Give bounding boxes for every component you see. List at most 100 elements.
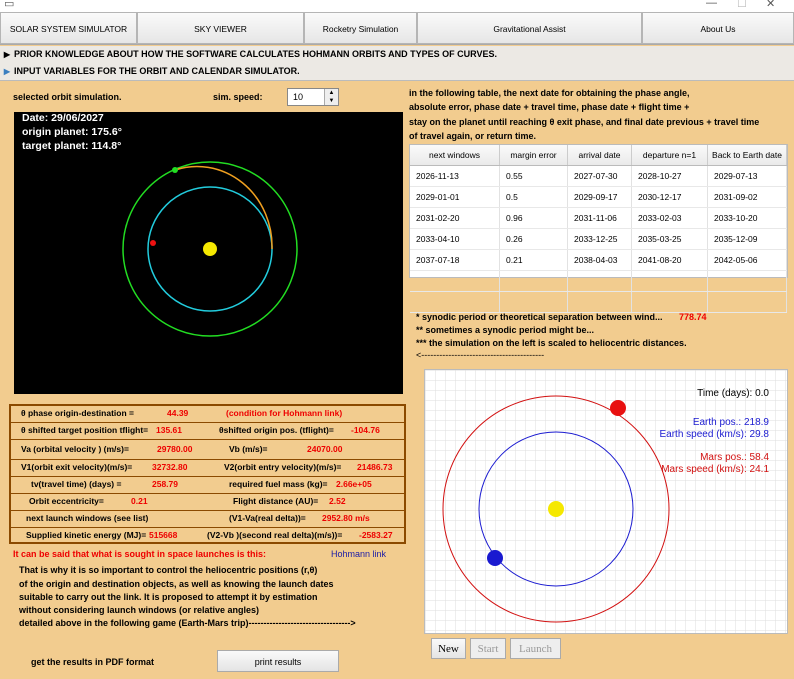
table-cell: 2029-07-13 <box>707 165 787 187</box>
eccentricity-row: Orbit eccentricity= 0.21 Flight distance… <box>11 494 404 511</box>
column-header[interactable]: departure n=1 <box>631 145 708 166</box>
mars-pos-readout: Mars pos.: 58.4 <box>700 452 769 463</box>
table-cell: 2038-04-03 <box>567 249 632 271</box>
sim-speed-label: sim. speed: <box>213 92 263 102</box>
table-intro-line-2: absolute error, phase date + travel time… <box>409 102 690 112</box>
delta2-value: -2583.27 <box>359 530 393 540</box>
hohmann-link[interactable]: Hohmann link <box>331 549 386 559</box>
table-cell: 2029-09-17 <box>567 186 632 208</box>
body-line-1: That is why it is so important to contro… <box>19 565 318 575</box>
orbit-canvas: Date: 29/06/2027 origin planet: 175.6° t… <box>14 112 403 394</box>
vb-label: Vb (m/s)= <box>229 444 268 454</box>
transfer-orbit <box>174 165 273 250</box>
table-cell: 2028-10-27 <box>631 165 708 187</box>
body-line-3: suitable to carry out the link. It is pr… <box>19 592 318 602</box>
tab-rocketry-simulation[interactable]: Rocketry Simulation <box>304 12 417 44</box>
tab-gravitational-assist[interactable]: Gravitational Assist <box>417 12 642 44</box>
table-cell: 2027-07-30 <box>567 165 632 187</box>
pdf-label: get the results in PDF format <box>31 657 155 667</box>
sim-speed-spinner[interactable]: 10 ▲ ▼ <box>287 88 339 106</box>
delta1-label: (V1-Va(real delta))= <box>229 513 306 523</box>
table-cell: 2041-08-20 <box>631 249 708 271</box>
mars-planet <box>610 400 626 416</box>
spinner-arrows-icon[interactable]: ▲ ▼ <box>324 89 338 105</box>
hohmann-results-box: θ phase origin-destination = 44.39 (cond… <box>9 404 406 544</box>
window-title-bar: ▭ — ☐ ✕ <box>0 0 794 12</box>
phase-value: 44.39 <box>167 408 189 418</box>
table-intro-line-3: stay on the planet until reaching θ exit… <box>409 117 760 127</box>
section-title: PRIOR KNOWLEDGE ABOUT HOW THE SOFTWARE C… <box>14 49 498 59</box>
chevron-right-icon: ▶ <box>3 67 11 76</box>
v2-value: 21486.73 <box>357 462 393 472</box>
minimize-icon[interactable]: — <box>706 0 717 9</box>
column-header[interactable]: next windows <box>410 145 500 166</box>
maximize-icon[interactable]: ☐ <box>737 0 747 10</box>
phase-label: θ phase origin-destination = <box>21 408 134 418</box>
table-cell: 2033-04-10 <box>410 228 500 250</box>
close-icon[interactable]: ✕ <box>766 0 775 10</box>
print-results-button[interactable]: print results <box>217 650 339 672</box>
table-cell <box>499 291 568 313</box>
table-row[interactable]: 2031-02-20 0.96 2031-11-06 2033-02-03 2033-1… <box>410 207 787 229</box>
table-cell: 2031-02-20 <box>410 207 500 229</box>
selected-orbit-label: selected orbit simulation. <box>13 92 122 102</box>
new-button[interactable]: New <box>431 638 466 659</box>
body-line-2: of the origin and destination objects, a… <box>19 579 334 589</box>
table-cell: 0.21 <box>499 249 568 271</box>
table-cell <box>631 291 708 313</box>
ke-label: Supplied kinetic energy (MJ)= <box>26 530 147 540</box>
ke-value: 515668 <box>149 530 178 540</box>
v1-value: 32732.80 <box>152 462 188 472</box>
time-readout: Time (days): 0.0 <box>697 388 769 399</box>
body-line-5: detailed above in the following game (Ea… <box>19 618 356 628</box>
table-cell <box>707 270 787 292</box>
shifted-origin-value: -104.76 <box>351 425 380 435</box>
launch-windows-table[interactable]: next windows margin error arrival date d… <box>409 144 788 313</box>
table-row[interactable] <box>410 270 787 292</box>
travel-row: tv(travel time) (days) = 258.79 required… <box>11 477 404 494</box>
delta2-label: (V2-Vb )(second real delta)(m/s))= <box>207 530 343 540</box>
table-cell: 2031-09-02 <box>707 186 787 208</box>
shifted-target-label: θ shifted target position tflight= <box>21 425 149 435</box>
table-cell <box>707 291 787 313</box>
table-cell: 2033-12-25 <box>567 228 632 250</box>
column-header[interactable]: arrival date <box>567 145 632 166</box>
earth-speed-readout: Earth speed (km/s): 29.8 <box>659 429 770 440</box>
fuel-value: 2.66e+05 <box>336 479 372 489</box>
distance-label: Flight distance (AU)= <box>233 496 319 506</box>
table-cell: 0.26 <box>499 228 568 250</box>
column-header[interactable]: Back to Earth date <box>707 145 787 166</box>
tab-sky-viewer[interactable]: SKY VIEWER <box>137 12 304 44</box>
table-row[interactable]: 2033-04-10 0.26 2033-12-25 2035-03-25 2035-1… <box>410 228 787 250</box>
tab-about-us[interactable]: About Us <box>642 12 794 44</box>
start-button[interactable]: Start <box>470 638 506 659</box>
phase-row: θ phase origin-destination = 44.39 (cond… <box>11 406 404 423</box>
table-intro-line-4: of travel again, or return time. <box>409 131 537 141</box>
target-planet-marker <box>172 167 178 173</box>
tv-label: tv(travel time) (days) = <box>31 479 122 489</box>
va-label: Va (orbital velocity ) (m/s)= <box>21 444 129 454</box>
launch-button[interactable]: Launch <box>510 638 561 659</box>
ecc-value: 0.21 <box>131 496 148 506</box>
ecc-label: Orbit eccentricity= <box>29 496 104 506</box>
orbit-diagram <box>122 161 298 337</box>
v1-label: V1(orbit exit velocity)(m/s)= <box>21 462 133 472</box>
exit-entry-row: V1(orbit exit velocity)(m/s)= 32732.80 V… <box>11 460 404 477</box>
tab-solar-system-simulator[interactable]: SOLAR SYSTEM SIMULATOR <box>0 12 137 44</box>
earth-mars-game-canvas[interactable]: Time (days): 0.0 Earth pos.: 218.9 Earth… <box>424 369 788 634</box>
table-row[interactable] <box>410 291 787 313</box>
chevron-right-icon: ▶ <box>3 50 11 59</box>
input-variables-section[interactable]: ▶ INPUT VARIABLES FOR THE ORBIT AND CALEN… <box>0 63 794 81</box>
sim-speed-value: 10 <box>293 92 304 102</box>
table-row[interactable]: 2029-01-01 0.5 2029-09-17 2030-12-17 2031-09… <box>410 186 787 208</box>
vb-value: 24070.00 <box>307 444 343 454</box>
table-row[interactable]: 2037-07-18 0.21 2038-04-03 2041-08-20 2042-0… <box>410 249 787 271</box>
table-cell <box>631 270 708 292</box>
energy-row: Supplied kinetic energy (MJ)= 515668 (V2… <box>11 528 404 545</box>
scaled-note: *** the simulation on the left is scaled… <box>416 338 687 348</box>
prior-knowledge-section[interactable]: ▶ PRIOR KNOWLEDGE ABOUT HOW THE SOFTWARE … <box>0 46 794 64</box>
table-row[interactable]: 2026-11-13 0.55 2027-07-30 2028-10-27 2029-0… <box>410 165 787 187</box>
column-header[interactable]: margin error <box>499 145 568 166</box>
v2-label: V2(orbit entry velocity)(m/s)= <box>224 462 342 472</box>
phase-condition: (condition for Hohmann link) <box>226 408 343 418</box>
